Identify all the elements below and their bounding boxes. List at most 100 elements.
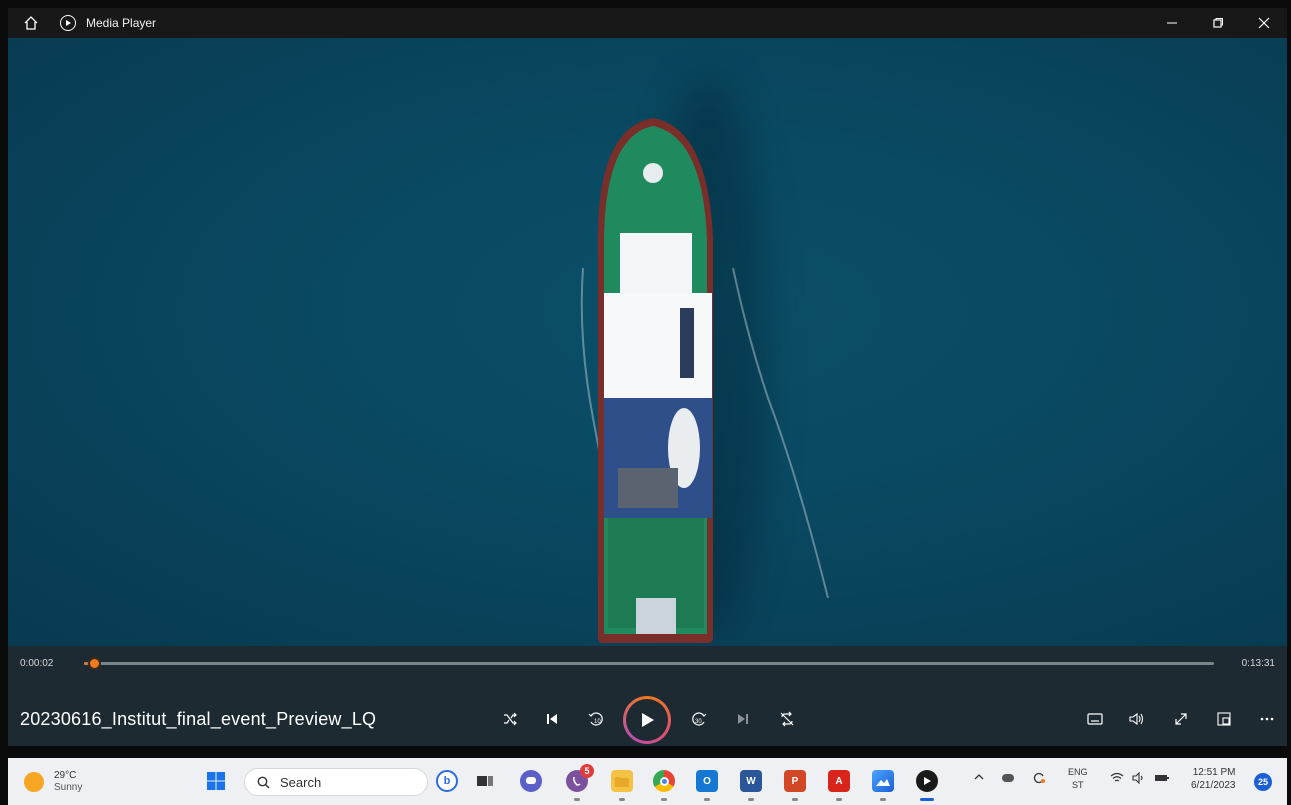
start-button[interactable] bbox=[205, 770, 227, 792]
window-bottom-edge bbox=[8, 746, 1287, 758]
total-time: 0:13:31 bbox=[1241, 658, 1275, 669]
taskbar: 29°C Sunny Search b 5 O W P A ENG ST 12:… bbox=[8, 758, 1287, 805]
weather-widget[interactable]: 29°C Sunny bbox=[24, 770, 82, 794]
clock[interactable]: 12:51 PM 6/21/2023 bbox=[1191, 766, 1236, 792]
running-indicator bbox=[880, 798, 886, 801]
running-indicator bbox=[836, 798, 842, 801]
clock-date: 6/21/2023 bbox=[1191, 780, 1236, 791]
media-title: 20230616_Institut_final_event_Preview_LQ bbox=[20, 709, 377, 729]
tray-app-2[interactable] bbox=[1032, 771, 1046, 788]
play-icon bbox=[642, 713, 654, 727]
more-icon bbox=[1260, 717, 1274, 721]
fullscreen-button[interactable] bbox=[1168, 706, 1194, 732]
bing-icon: b bbox=[443, 775, 451, 787]
fullscreen-icon bbox=[1175, 713, 1187, 725]
weather-temp: 29°C bbox=[54, 770, 77, 781]
title-bar: Media Player bbox=[8, 8, 1287, 38]
svg-text:30: 30 bbox=[695, 719, 702, 725]
tray-app-1[interactable] bbox=[1002, 774, 1014, 782]
mini-player-button[interactable] bbox=[1211, 706, 1237, 732]
outlook-icon: O bbox=[703, 775, 711, 787]
home-icon bbox=[24, 16, 38, 30]
skip-back-10-icon: 10 bbox=[588, 712, 603, 726]
subtitles-icon bbox=[1087, 713, 1103, 725]
wifi-icon bbox=[1110, 772, 1124, 782]
seek-thumb[interactable] bbox=[88, 657, 101, 670]
restore-icon bbox=[1213, 18, 1223, 28]
close-icon bbox=[1258, 17, 1270, 29]
next-icon bbox=[738, 714, 748, 724]
acrobat-icon: A bbox=[835, 775, 843, 787]
mini-player-icon bbox=[1217, 712, 1231, 726]
word-button[interactable]: W bbox=[740, 770, 762, 792]
sync-icon bbox=[1033, 772, 1045, 784]
search-placeholder: Search bbox=[280, 774, 322, 790]
repeat-button[interactable] bbox=[774, 706, 800, 732]
acrobat-button[interactable]: A bbox=[828, 770, 850, 792]
powerpoint-button[interactable]: P bbox=[784, 770, 806, 792]
skip-back-10-button[interactable]: 10 bbox=[583, 706, 609, 732]
volume-icon bbox=[1129, 712, 1144, 726]
keyboard-layout: ST bbox=[1072, 780, 1084, 790]
language-indicator[interactable]: ENG ST bbox=[1068, 766, 1088, 792]
seek-progress bbox=[84, 662, 87, 665]
running-indicator bbox=[661, 798, 667, 801]
previous-icon bbox=[547, 714, 557, 724]
previous-button[interactable] bbox=[539, 706, 565, 732]
volume-button[interactable] bbox=[1124, 706, 1150, 732]
running-indicator bbox=[792, 798, 798, 801]
play-button[interactable] bbox=[623, 696, 671, 744]
running-indicator bbox=[704, 798, 710, 801]
file-explorer-icon bbox=[615, 777, 629, 787]
video-frame[interactable] bbox=[8, 38, 1287, 646]
task-view-button[interactable] bbox=[474, 770, 496, 792]
ship-image bbox=[580, 118, 829, 643]
play-button-inner bbox=[626, 699, 668, 741]
file-explorer-button[interactable] bbox=[611, 770, 633, 792]
clock-time: 12:51 PM bbox=[1192, 767, 1236, 778]
running-indicator bbox=[574, 798, 580, 801]
close-button[interactable] bbox=[1241, 8, 1287, 38]
minimize-icon bbox=[1167, 22, 1177, 24]
chat-button[interactable] bbox=[520, 770, 542, 792]
onedrive-icon bbox=[1002, 774, 1014, 782]
media-player-icon bbox=[60, 15, 76, 31]
viber-badge: 5 bbox=[580, 764, 594, 778]
next-button[interactable] bbox=[730, 706, 756, 732]
running-indicator bbox=[748, 798, 754, 801]
subtitles-button[interactable] bbox=[1082, 706, 1108, 732]
shuffle-icon bbox=[504, 712, 517, 726]
chat-icon bbox=[526, 777, 536, 784]
restore-button[interactable] bbox=[1195, 8, 1241, 38]
word-icon: W bbox=[746, 775, 756, 787]
photos-button[interactable] bbox=[872, 770, 894, 792]
chevron-up-icon bbox=[974, 774, 984, 780]
repeat-off-icon bbox=[780, 711, 794, 727]
chrome-icon bbox=[659, 776, 669, 786]
tray-overflow-button[interactable] bbox=[974, 772, 984, 785]
search-icon bbox=[257, 776, 270, 788]
minimize-button[interactable] bbox=[1149, 8, 1195, 38]
active-indicator bbox=[920, 798, 934, 801]
taskbar-search[interactable]: Search bbox=[244, 768, 428, 796]
viber-icon bbox=[573, 776, 581, 786]
volume-icon bbox=[1132, 772, 1143, 784]
media-player-icon bbox=[924, 777, 931, 785]
more-options-button[interactable] bbox=[1254, 706, 1280, 732]
window-title: Media Player bbox=[86, 16, 157, 30]
chrome-button[interactable] bbox=[653, 770, 675, 792]
outlook-button[interactable]: O bbox=[696, 770, 718, 792]
media-player-taskbar-button[interactable] bbox=[916, 770, 938, 792]
quick-settings[interactable] bbox=[1110, 772, 1170, 784]
shuffle-button[interactable] bbox=[497, 706, 523, 732]
home-button[interactable] bbox=[16, 8, 46, 38]
skip-forward-30-button[interactable]: 30 bbox=[686, 706, 712, 732]
playback-controls: 0:00:02 0:13:31 20230616_Institut_final_… bbox=[8, 646, 1287, 746]
windows-start-icon bbox=[207, 772, 225, 790]
seek-bar[interactable] bbox=[84, 657, 1214, 670]
viber-button[interactable]: 5 bbox=[566, 764, 594, 792]
powerpoint-icon: P bbox=[791, 775, 799, 787]
notification-badge[interactable]: 25 bbox=[1254, 773, 1272, 791]
skip-forward-30-icon: 30 bbox=[692, 712, 707, 726]
bing-button[interactable]: b bbox=[436, 770, 458, 792]
